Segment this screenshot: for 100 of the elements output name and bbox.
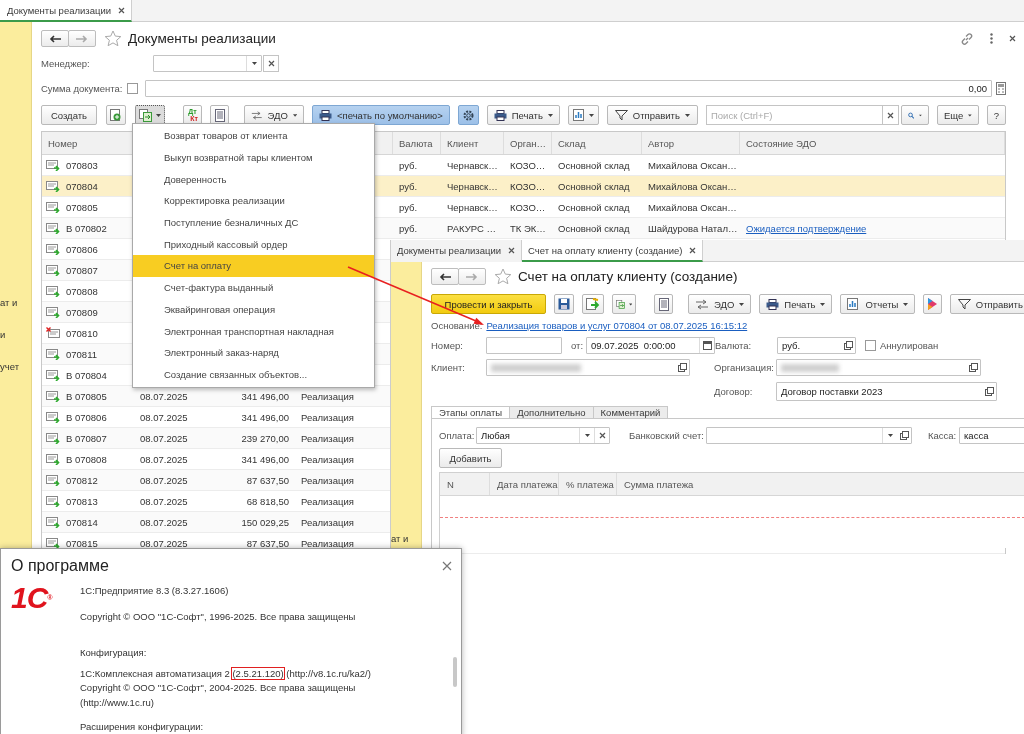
clear-button[interactable] (263, 55, 279, 72)
more-button[interactable]: Еще (937, 105, 979, 125)
send-button[interactable]: Отправить (950, 294, 1024, 314)
column-header[interactable]: Состояние ЭДО (740, 132, 1005, 154)
form-tab[interactable]: Этапы оплаты (431, 406, 511, 418)
checkbox[interactable] (127, 83, 138, 94)
table-cell: ТК ЭК… (510, 222, 546, 234)
copy-button[interactable] (106, 105, 126, 125)
configuration-text: 1С:Комплексная автоматизация 2 (2.5.21.120) (http://v8.1c.ru/ka2/) (80, 666, 371, 681)
form-tab[interactable]: Дополнительно (509, 406, 594, 418)
table-cell: 341 496,00 (241, 453, 289, 465)
post-and-close-button[interactable]: Провести и закрыть (431, 294, 546, 314)
date-field[interactable]: 09.07.2025 0:00:00 (586, 337, 715, 354)
link-icon[interactable] (960, 31, 974, 46)
caret-icon (919, 113, 922, 117)
list-button[interactable] (654, 294, 673, 314)
section-label: Конфигурация: (80, 646, 148, 660)
back-button[interactable] (41, 30, 69, 47)
form-title: Документы реализации (128, 31, 276, 46)
number-field[interactable] (486, 337, 562, 354)
search-field[interactable]: Поиск (Ctrl+F) (706, 105, 883, 125)
open-icon (843, 341, 853, 350)
column-header[interactable]: Орган… (504, 132, 552, 154)
platform-version: 1С:Предприятие 8.3 (8.3.27.1606) (80, 584, 230, 598)
more-icon[interactable] (990, 33, 993, 44)
calculator-icon[interactable] (996, 82, 1006, 95)
column-header[interactable]: Дата платежа (490, 473, 559, 495)
table-cell: 070807 (66, 264, 98, 276)
caret-icon (968, 113, 972, 117)
menu-item[interactable]: Счет-фактура выданный (133, 276, 374, 299)
column-header[interactable]: Сумма платежа (617, 473, 1024, 495)
checkbox[interactable] (865, 340, 876, 351)
window-tab[interactable]: Документы реализации (391, 240, 522, 262)
edo-button[interactable]: ЭДО (688, 294, 752, 314)
menu-item[interactable]: Электронный заказ-наряд (133, 341, 374, 364)
column-header[interactable]: % платежа (559, 473, 617, 495)
help-button[interactable]: ? (987, 105, 1006, 125)
window-tab[interactable]: Документы реализации (0, 0, 132, 22)
add-button[interactable]: Добавить (439, 448, 502, 468)
service-button[interactable] (923, 294, 943, 314)
save-button[interactable] (554, 294, 574, 314)
amount-field[interactable]: 0,00 (145, 80, 992, 97)
basis-link[interactable]: Реализация товаров и услуг 070804 от 08.07.2025 16:15:12 (486, 320, 748, 331)
print-button[interactable]: Печать (759, 294, 833, 314)
table-cell: Реализация (301, 390, 354, 402)
report-icon (572, 109, 586, 121)
caret-icon (584, 434, 590, 437)
menu-item[interactable]: Создание связанных объектов... (133, 363, 374, 386)
form-tab[interactable]: Комментарий (592, 406, 669, 418)
open-icon (899, 431, 909, 440)
menu-item[interactable]: Электронная транспортная накладная (133, 320, 374, 342)
column-header[interactable]: Склад (552, 132, 642, 154)
menu-item[interactable]: Эквайринговая операция (133, 298, 374, 321)
edo-button[interactable]: ЭДО (244, 105, 304, 125)
menu-item[interactable]: Возврат товаров от клиента (133, 125, 374, 147)
table-cell: Основной склад (558, 180, 630, 192)
column-header[interactable]: N (440, 473, 490, 495)
close-icon (1009, 35, 1016, 42)
exchange-icon (695, 298, 709, 310)
organization-field[interactable] (776, 359, 981, 376)
create-button[interactable]: Создать (41, 105, 97, 125)
caret-icon (588, 113, 594, 117)
star-icon[interactable] (104, 30, 122, 47)
column-header[interactable]: Автор (642, 132, 740, 154)
settings-button[interactable] (457, 105, 479, 125)
close-icon[interactable] (442, 561, 452, 571)
cash-desk-field[interactable]: касса (959, 427, 1024, 444)
list-icon (658, 297, 669, 311)
bank-account-field[interactable] (706, 427, 912, 444)
default-print-button[interactable]: <печать по умолчанию> (312, 105, 450, 125)
menu-item[interactable]: Счет на оплату (133, 255, 374, 277)
create-based-button[interactable] (135, 105, 165, 125)
table-cell: Реализация (301, 453, 354, 465)
table-cell: 070808 (66, 285, 98, 297)
status-link[interactable]: Ожидается подтверждение (746, 222, 867, 234)
column-header[interactable]: Клиент (441, 132, 504, 154)
client-field[interactable] (486, 359, 690, 376)
table-cell: 070803 (66, 159, 98, 171)
table-cell: 341 496,00 (241, 390, 289, 402)
star-icon[interactable] (494, 268, 512, 285)
column-header[interactable]: Валюта (393, 132, 441, 154)
reports-button[interactable]: Отчеты (840, 294, 916, 314)
manager-field[interactable] (153, 55, 262, 72)
table-cell: 070805 (66, 201, 98, 213)
open-icon (984, 387, 994, 396)
post-button[interactable] (582, 294, 604, 314)
field-label: Касса: (928, 430, 958, 441)
send-button[interactable]: Отправить (606, 105, 698, 125)
payment-field[interactable]: Любая (476, 427, 610, 444)
field-label: Банковский счет: (629, 430, 705, 441)
back-button[interactable] (431, 268, 459, 285)
table-cell: В 070802 (66, 222, 107, 234)
currency-field[interactable]: руб. (777, 337, 856, 354)
clear-search-button[interactable] (883, 105, 899, 125)
contract-field[interactable]: Договор поставки 2023 (776, 382, 997, 401)
reports-button[interactable] (567, 105, 599, 125)
window-tab[interactable]: Счет на оплату клиенту (создание) (522, 240, 704, 262)
caret-icon (251, 62, 257, 65)
table-cell: В 070806 (66, 411, 107, 423)
print-button[interactable]: Печать (486, 105, 560, 125)
